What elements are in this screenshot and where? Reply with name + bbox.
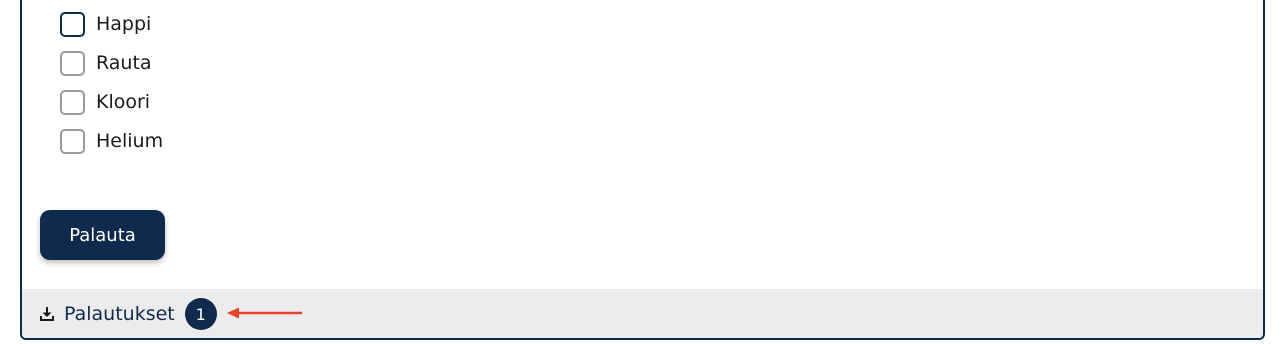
option-label: Helium <box>96 130 164 152</box>
option-kloori[interactable]: Kloori <box>60 83 163 122</box>
checkbox[interactable] <box>60 12 85 37</box>
option-label: Happi <box>96 13 152 35</box>
checkbox[interactable] <box>60 129 85 154</box>
exercise-card: Happi Rauta Kloori Helium Palauta Palaut… <box>20 0 1265 340</box>
submissions-label: Palautukset <box>64 303 175 325</box>
annotation-arrow-icon <box>227 307 302 319</box>
submissions-toggle[interactable]: Palautukset 1 <box>40 298 217 330</box>
option-label: Kloori <box>96 91 151 113</box>
submissions-count-badge: 1 <box>184 298 217 330</box>
option-label: Rauta <box>96 52 152 74</box>
answer-options: Happi Rauta Kloori Helium <box>60 5 163 161</box>
option-happi[interactable]: Happi <box>60 5 163 44</box>
option-helium[interactable]: Helium <box>60 122 163 161</box>
option-rauta[interactable]: Rauta <box>60 44 163 83</box>
checkbox[interactable] <box>60 51 85 76</box>
checkbox[interactable] <box>60 90 85 115</box>
download-icon <box>40 307 54 321</box>
submit-button[interactable]: Palauta <box>40 210 165 260</box>
submissions-footer: Palautukset 1 <box>22 289 1263 338</box>
